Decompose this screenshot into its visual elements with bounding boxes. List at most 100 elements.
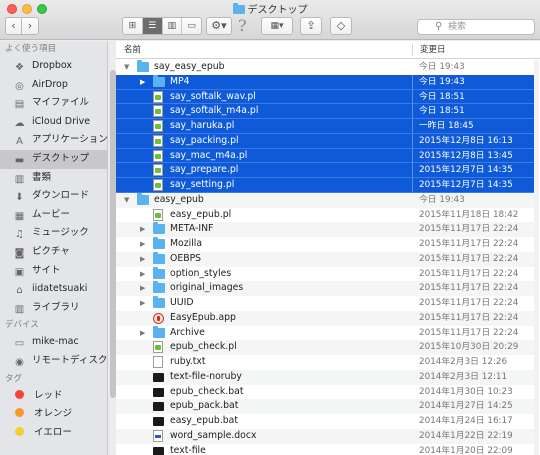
- sidebar-item-favorites-8[interactable]: ▦ ムービー: [0, 206, 107, 225]
- sidebar-item-favorites-7[interactable]: ⬇ ダウンロード: [0, 187, 107, 206]
- help-icon[interactable]: ?: [238, 16, 247, 35]
- executable-icon: [153, 402, 164, 412]
- sidebar-item-favorites-1[interactable]: ◎ AirDrop: [0, 76, 107, 95]
- sidebar-item-favorites-3[interactable]: ☁ iCloud Drive: [0, 113, 107, 132]
- devices-list: ▭ mike-mac ◉ リモートディスク: [0, 333, 107, 370]
- table-row[interactable]: easy_epub.pl 2015年11月18日 18:42: [116, 208, 534, 223]
- back-button[interactable]: ‹: [5, 17, 22, 35]
- file-name: EasyEpub.app: [170, 311, 236, 323]
- folder-icon: [137, 192, 149, 205]
- text-document-icon: [153, 356, 163, 368]
- sidebar-item-favorites-5[interactable]: ▬ デスクトップ: [0, 149, 107, 169]
- table-row[interactable]: epub_check.bat 2014年1月30日 10:23: [116, 385, 534, 400]
- table-row[interactable]: ▶ original_images 2015年11月17日 22:24: [116, 281, 534, 296]
- disclosure-open-icon[interactable]: ▼: [124, 193, 129, 208]
- sidebar-item-tag-2[interactable]: イエロー: [0, 424, 107, 443]
- modified-date: 2014年2月3日 12:26: [419, 357, 508, 367]
- table-row[interactable]: say_softalk_wav.pl 今日 18:51: [116, 89, 534, 105]
- disclosure-closed-icon[interactable]: ▶: [140, 252, 145, 267]
- arrange-menu-button[interactable]: ▦▾: [261, 17, 293, 35]
- home-icon: ⌂: [16, 285, 23, 297]
- table-row[interactable]: ▶ META-INF 2015年11月17日 22:24: [116, 222, 534, 237]
- folder-icon: [232, 3, 245, 14]
- tags-list: レッド オレンジイエロー: [0, 387, 107, 443]
- sidebar-item-favorites-13[interactable]: ▥ ライブラリ: [0, 299, 107, 318]
- share-icon: ⇪: [306, 19, 316, 32]
- table-row[interactable]: say_prepare.pl 2015年12月7日 14:35: [116, 163, 534, 178]
- file-name: easy_epub: [154, 193, 204, 205]
- file-name: say_easy_epub: [154, 61, 225, 72]
- disclosure-closed-icon[interactable]: ▶: [140, 75, 145, 90]
- table-row[interactable]: say_softalk_m4a.pl 今日 18:51: [116, 104, 534, 119]
- share-button[interactable]: ⇪: [300, 17, 322, 35]
- chevron-right-icon: ›: [27, 19, 33, 32]
- icon-view-button[interactable]: ⊞: [123, 18, 143, 34]
- action-menu-button[interactable]: ⚙▾: [206, 17, 232, 35]
- sidebar-item-favorites-2[interactable]: ▤ マイファイル: [0, 94, 107, 113]
- executable-icon: [153, 446, 164, 455]
- sidebar-item-devices-1[interactable]: ◉ リモートディスク: [0, 352, 107, 371]
- grid-icon: ⊞: [128, 21, 137, 31]
- table-row[interactable]: EasyEpub.app 2015年11月17日 22:24: [116, 310, 534, 326]
- sidebar-item-favorites-6[interactable]: ▥ 書類: [0, 169, 107, 188]
- perl-script-icon: [153, 105, 163, 118]
- table-row[interactable]: ▼ easy_epub 今日 19:43: [116, 192, 534, 208]
- table-row[interactable]: ▼ say_easy_epub 今日 19:43: [116, 60, 534, 75]
- table-row[interactable]: text-file 2014年1月20日 22:09: [116, 444, 534, 455]
- table-row[interactable]: epub_check.pl 2015年10月30日 20:29: [116, 340, 534, 355]
- table-row[interactable]: ▶ OEBPS 2015年11月17日 22:24: [116, 251, 534, 267]
- modified-date: 2015年11月17日 22:24: [419, 239, 519, 249]
- table-row[interactable]: ▶ MP4 今日 19:43: [116, 74, 534, 90]
- disclosure-closed-icon[interactable]: ▶: [140, 296, 145, 311]
- disclosure-closed-icon[interactable]: ▶: [140, 326, 145, 341]
- table-row[interactable]: say_mac_m4a.pl 2015年12月8日 13:45: [116, 148, 534, 164]
- sidebar-item-favorites-9[interactable]: ♫ ミュージック: [0, 224, 107, 243]
- coverflow-view-button[interactable]: ▭: [182, 18, 201, 34]
- sidebar-item-tag-0[interactable]: レッド: [0, 387, 107, 406]
- window-title: デスクトップ: [0, 1, 540, 16]
- list-scrollbar[interactable]: [534, 60, 539, 455]
- disclosure-open-icon[interactable]: ▼: [124, 60, 129, 75]
- table-row[interactable]: say_setting.pl 2015年12月7日 14:35: [116, 178, 534, 193]
- table-row[interactable]: text-file-noruby 2014年2月3日 12:11: [116, 369, 534, 385]
- table-row[interactable]: say_haruka.pl 一昨日 18:45: [116, 119, 534, 134]
- sidebar-item-tag-1[interactable]: オレンジ: [0, 405, 107, 424]
- desktop-icon: ▬: [14, 154, 25, 166]
- disclosure-closed-icon[interactable]: ▶: [140, 222, 145, 237]
- sidebar-item-favorites-10[interactable]: ◙ ピクチャ: [0, 243, 107, 262]
- file-name: say_prepare.pl: [170, 164, 239, 176]
- table-row[interactable]: word_sample.docx 2014年1月22日 22:19: [116, 428, 534, 444]
- date-column-header[interactable]: 変更日: [419, 41, 446, 59]
- disclosure-closed-icon[interactable]: ▶: [140, 281, 145, 296]
- file-rows: ▼ say_easy_epub 今日 19:43 ▶ MP4 今日 19:43 say_so…: [116, 60, 534, 455]
- music-icon: ♫: [15, 229, 24, 241]
- downloads-icon: ⬇: [15, 192, 24, 204]
- sidebar-item-favorites-0[interactable]: ❖ Dropbox: [0, 57, 107, 76]
- table-row[interactable]: ruby.txt 2014年2月3日 12:26: [116, 355, 534, 370]
- tag-button[interactable]: ◇: [330, 17, 352, 35]
- table-row[interactable]: easy_epub.bat 2014年1月24日 16:17: [116, 414, 534, 429]
- column-view-button[interactable]: ▥: [163, 18, 183, 34]
- table-row[interactable]: ▶ UUID 2015年11月17日 22:24: [116, 296, 534, 311]
- list-view-button[interactable]: ☰: [142, 18, 163, 34]
- sidebar-item-favorites-11[interactable]: ▣ サイト: [0, 262, 107, 281]
- sidebar-section-tags: タグ: [5, 373, 23, 384]
- sidebar-item-devices-0[interactable]: ▭ mike-mac: [0, 333, 107, 352]
- search-input[interactable]: ⚲ 検索: [417, 19, 535, 35]
- table-row[interactable]: ▶ Archive 2015年11月17日 22:24: [116, 325, 534, 341]
- sidebar-item-favorites-4[interactable]: A アプリケーション: [0, 131, 107, 150]
- sidebar-item-label: イエロー: [34, 426, 72, 438]
- sidebar-item-favorites-12[interactable]: ⌂ iidatetsuaki: [0, 280, 107, 299]
- table-row[interactable]: ▶ option_styles 2015年11月17日 22:24: [116, 266, 534, 282]
- disclosure-closed-icon[interactable]: ▶: [140, 237, 145, 252]
- forward-button[interactable]: ›: [21, 17, 39, 35]
- table-row[interactable]: epub_pack.bat 2014年1月27日 14:25: [116, 399, 534, 414]
- disclosure-closed-icon[interactable]: ▶: [140, 267, 145, 282]
- table-row[interactable]: ▶ Mozilla 2015年11月17日 22:24: [116, 237, 534, 252]
- name-column-header[interactable]: 名前: [124, 41, 141, 59]
- perl-script-icon: [153, 208, 163, 221]
- file-name: say_softalk_wav.pl: [170, 90, 256, 102]
- computer-icon: ▭: [14, 338, 25, 350]
- column-divider[interactable]: [412, 44, 413, 56]
- table-row[interactable]: say_packing.pl 2015年12月8日 16:13: [116, 133, 534, 149]
